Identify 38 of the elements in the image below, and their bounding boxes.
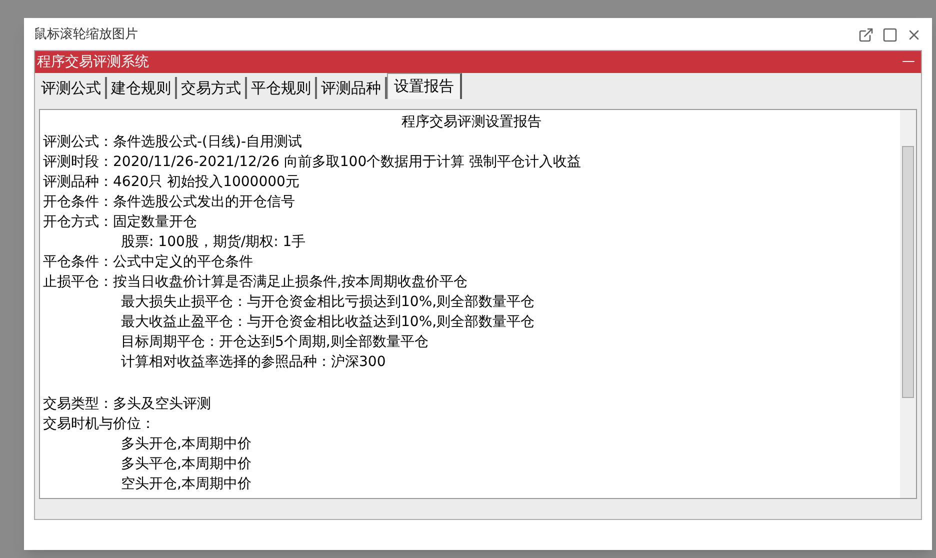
field-label: 评测品种： [43, 173, 113, 192]
report-line: 空头开仓,本周期中价 [121, 476, 252, 492]
viewer-title: 鼠标滚轮缩放图片 [34, 26, 138, 44]
report-title: 程序交易评测设置报告 [400, 113, 542, 132]
field-value: 公式中定义的平仓条件 [113, 253, 253, 272]
field-value: 固定数量开仓 [113, 213, 197, 232]
report-line: 目标周期平仓：开仓达到5个周期,则全部数量平仓 [121, 334, 428, 350]
scrollbar-thumb[interactable] [902, 146, 914, 398]
tab[interactable]: 交易方式 [177, 77, 247, 99]
tab[interactable]: 平仓规则 [247, 77, 317, 99]
report-line: 多头开仓,本周期中价 [121, 436, 252, 452]
minimize-button[interactable]: — [898, 52, 919, 72]
field-value: 条件选股公式-(日线)-自用测试 [113, 133, 302, 152]
field-label: 评测公式： [43, 133, 113, 152]
app-title: 程序交易评测系统 [37, 52, 149, 72]
field-value: 条件选股公式发出的开仓信号 [113, 193, 295, 212]
tab[interactable]: 设置报告 [387, 73, 462, 99]
report-line: 最大收益止盈平仓：与开仓资金相比收益达到10%,则全部数量平仓 [121, 314, 535, 330]
field-value: 2020/11/26-2021/12/26 向前多取100个数据用于计算 强制平仓计入收益 [113, 153, 582, 172]
field-label: 交易类型： [43, 395, 113, 414]
field-label: 止损平仓： [43, 273, 113, 292]
field-label: 开仓条件： [43, 193, 113, 212]
report-line: 计算相对收益率选择的参照品种：沪深300 [121, 354, 386, 370]
report-line: 股票: 100股，期货/期权: 1手 [121, 234, 306, 250]
maximize-icon[interactable] [882, 27, 898, 43]
field-label: 开仓方式： [43, 213, 113, 232]
field-label: 平仓条件： [43, 253, 113, 272]
tab[interactable]: 评测公式 [37, 77, 107, 99]
report-line: 最大损失止损平仓：与开仓资金相比亏损达到10%,则全部数量平仓 [121, 294, 535, 310]
field-value: 按当日收盘价计算是否满足止损条件,按本周期收盘价平仓 [113, 273, 468, 292]
field-value: 4620只 初始投入1000000元 [113, 173, 300, 192]
field-value: 多头及空头评测 [113, 395, 211, 414]
scrollbar[interactable] [900, 110, 916, 498]
field-label: 评测时段： [43, 153, 113, 172]
report-line: 多头平仓,本周期中价 [121, 456, 252, 472]
open-external-icon[interactable] [858, 27, 874, 43]
tab[interactable]: 建仓规则 [107, 77, 177, 99]
field-label: 交易时机与价位： [43, 415, 155, 434]
